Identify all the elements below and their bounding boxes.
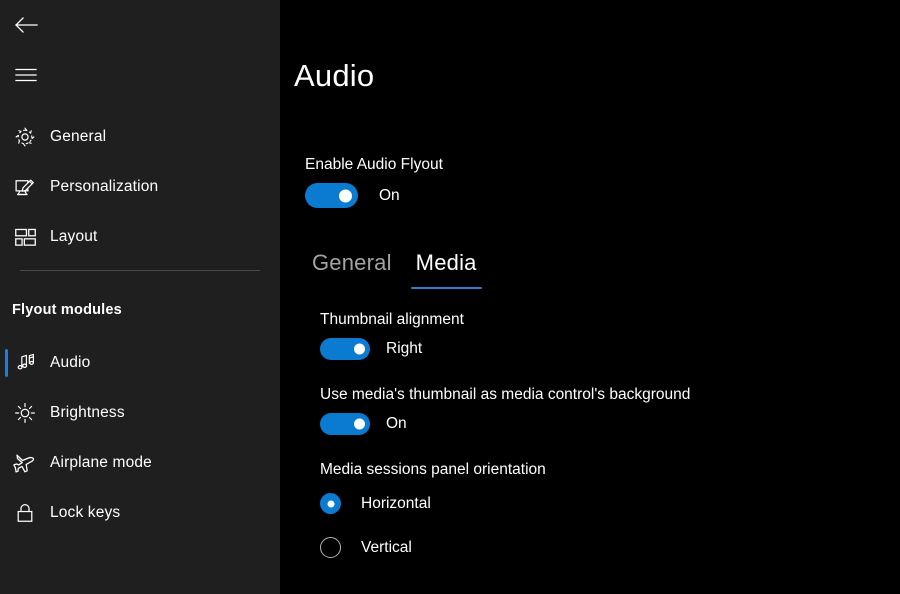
thumbnail-background-toggle[interactable] xyxy=(320,413,370,435)
thumbnail-background-row: On xyxy=(320,413,407,435)
sidebar-item-label: Audio xyxy=(50,354,90,372)
radio-label: Horizontal xyxy=(361,494,431,514)
thumbnail-alignment-row: Right xyxy=(320,338,422,360)
pencil-monitor-icon xyxy=(12,174,38,200)
thumbnail-background-label: Use media's thumbnail as media control's… xyxy=(320,385,690,405)
toggle-knob xyxy=(354,419,365,430)
panel-orientation-label: Media sessions panel orientation xyxy=(320,460,546,480)
thumbnail-alignment-label: Thumbnail alignment xyxy=(320,310,464,330)
radio-label: Vertical xyxy=(361,538,412,558)
sidebar-item-personalization[interactable]: Personalization xyxy=(0,167,280,207)
tab-general[interactable]: General xyxy=(300,248,404,290)
radio-dot xyxy=(327,500,334,507)
tab-label: General xyxy=(312,250,392,275)
enable-audio-flyout-label: Enable Audio Flyout xyxy=(305,155,443,175)
sidebar-item-airplane-mode[interactable]: Airplane mode xyxy=(0,443,280,483)
sidebar: General Personalization xyxy=(0,0,280,594)
settings-window: General Personalization xyxy=(0,0,900,594)
layout-grid-icon xyxy=(12,224,38,250)
sidebar-item-label: General xyxy=(50,128,106,146)
enable-audio-flyout-toggle[interactable] xyxy=(305,183,358,208)
thumbnail-background-state: On xyxy=(386,414,407,434)
flyout-modules-header: Flyout modules xyxy=(12,302,122,318)
tab-active-underline xyxy=(411,287,482,290)
tab-label: Media xyxy=(416,250,477,275)
sidebar-item-label: Lock keys xyxy=(50,504,120,522)
sun-icon xyxy=(12,400,38,426)
sidebar-item-label: Airplane mode xyxy=(50,454,152,472)
lock-icon xyxy=(12,500,38,526)
selection-indicator xyxy=(5,349,8,377)
tabstrip: General Media xyxy=(300,248,489,290)
sidebar-item-general[interactable]: General xyxy=(0,117,280,157)
page-title: Audio xyxy=(294,56,374,96)
sidebar-item-lock-keys[interactable]: Lock keys xyxy=(0,493,280,533)
thumbnail-alignment-state: Right xyxy=(386,339,422,359)
music-notes-icon xyxy=(12,350,38,376)
sidebar-item-layout[interactable]: Layout xyxy=(0,217,280,257)
toggle-knob xyxy=(339,189,352,202)
thumbnail-alignment-toggle[interactable] xyxy=(320,338,370,360)
radio-button-selected[interactable] xyxy=(320,493,341,514)
radio-option-vertical[interactable]: Vertical xyxy=(320,537,412,558)
sidebar-item-audio[interactable]: Audio xyxy=(0,343,280,383)
sidebar-item-label: Layout xyxy=(50,228,97,246)
sidebar-item-label: Brightness xyxy=(50,404,125,422)
sidebar-item-label: Personalization xyxy=(50,178,158,196)
gear-icon xyxy=(12,124,38,150)
sidebar-item-brightness[interactable]: Brightness xyxy=(0,393,280,433)
hamburger-menu-icon[interactable] xyxy=(8,57,44,93)
sidebar-divider xyxy=(20,270,260,271)
radio-button-unselected[interactable] xyxy=(320,537,341,558)
enable-audio-flyout-state: On xyxy=(379,186,400,206)
main-content: Audio Enable Audio Flyout On General Med… xyxy=(280,0,900,594)
tab-media[interactable]: Media xyxy=(404,248,489,290)
back-arrow-icon[interactable] xyxy=(8,7,44,43)
airplane-icon xyxy=(12,450,38,476)
radio-option-horizontal[interactable]: Horizontal xyxy=(320,493,431,514)
toggle-knob xyxy=(354,344,365,355)
enable-audio-flyout-row: On xyxy=(305,183,400,208)
